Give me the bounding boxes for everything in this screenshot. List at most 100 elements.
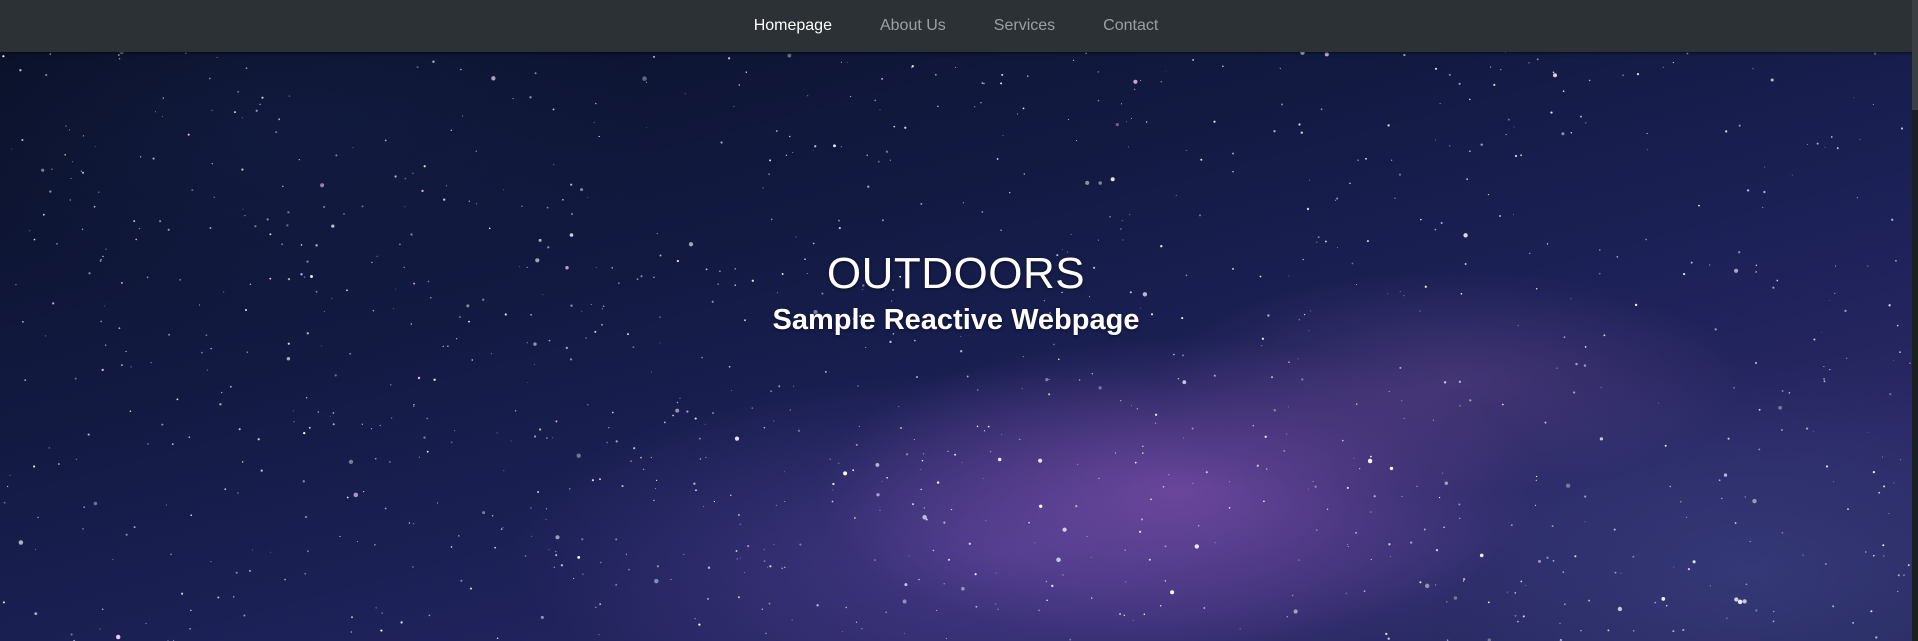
star bbox=[210, 561, 212, 563]
star bbox=[1142, 452, 1144, 454]
star bbox=[705, 456, 707, 458]
star bbox=[947, 450, 949, 453]
star bbox=[591, 479, 594, 482]
star bbox=[889, 340, 892, 344]
star bbox=[339, 535, 341, 538]
star bbox=[763, 560, 766, 563]
star bbox=[885, 611, 887, 613]
star bbox=[1401, 495, 1403, 498]
nav-link-services[interactable]: Services bbox=[970, 0, 1079, 52]
star bbox=[1636, 72, 1640, 76]
star bbox=[552, 108, 555, 111]
star bbox=[829, 458, 831, 460]
nav-item-contact: Contact bbox=[1079, 0, 1182, 52]
star bbox=[1164, 580, 1167, 582]
star bbox=[1120, 228, 1122, 230]
star bbox=[1023, 173, 1025, 175]
star bbox=[947, 558, 951, 561]
star bbox=[1825, 465, 1829, 468]
star bbox=[1559, 622, 1561, 624]
star bbox=[1316, 529, 1318, 531]
star bbox=[1513, 126, 1515, 128]
nav-link-homepage[interactable]: Homepage bbox=[730, 0, 856, 52]
star bbox=[1130, 405, 1132, 407]
scrollbar-thumb[interactable] bbox=[1912, 0, 1918, 110]
nav-item-about-us: About Us bbox=[856, 0, 970, 52]
star bbox=[1288, 361, 1290, 363]
star bbox=[1721, 497, 1723, 500]
star bbox=[1564, 603, 1566, 606]
star bbox=[81, 228, 84, 230]
star bbox=[720, 141, 723, 144]
star bbox=[1836, 147, 1839, 150]
star bbox=[1897, 574, 1900, 577]
star bbox=[546, 206, 549, 209]
star bbox=[447, 345, 449, 347]
star bbox=[874, 559, 876, 561]
page-scrollbar[interactable] bbox=[1912, 0, 1918, 641]
star bbox=[29, 230, 31, 232]
star bbox=[594, 606, 597, 609]
star bbox=[778, 385, 781, 388]
star bbox=[1446, 600, 1448, 603]
star bbox=[45, 73, 48, 77]
star bbox=[161, 423, 164, 426]
star bbox=[187, 133, 190, 136]
star bbox=[1028, 521, 1030, 524]
star bbox=[529, 96, 532, 99]
star bbox=[1085, 180, 1090, 185]
star bbox=[1878, 491, 1881, 494]
star bbox=[683, 553, 685, 555]
star bbox=[24, 379, 27, 381]
star bbox=[1263, 500, 1265, 503]
star bbox=[908, 555, 910, 557]
star bbox=[1726, 617, 1728, 619]
star bbox=[1355, 532, 1357, 534]
star bbox=[1788, 392, 1791, 394]
star bbox=[934, 73, 937, 76]
star bbox=[1114, 452, 1117, 454]
star bbox=[898, 405, 900, 408]
star bbox=[1829, 368, 1831, 371]
star bbox=[1308, 179, 1310, 181]
star bbox=[1409, 541, 1413, 544]
star bbox=[1228, 481, 1230, 483]
star bbox=[943, 521, 946, 524]
star bbox=[162, 97, 164, 99]
star bbox=[787, 53, 792, 58]
star bbox=[1039, 504, 1043, 508]
star bbox=[866, 154, 868, 157]
star bbox=[270, 551, 271, 553]
star bbox=[1385, 632, 1388, 636]
star bbox=[1872, 470, 1876, 474]
star bbox=[1892, 359, 1894, 361]
star bbox=[1177, 377, 1180, 380]
star bbox=[71, 161, 74, 163]
star bbox=[539, 428, 542, 431]
star bbox=[34, 612, 38, 616]
star bbox=[769, 565, 772, 568]
star bbox=[1312, 480, 1314, 482]
star bbox=[789, 409, 792, 411]
star bbox=[502, 189, 504, 191]
nav-link-contact[interactable]: Contact bbox=[1079, 0, 1182, 52]
star bbox=[33, 238, 36, 241]
star bbox=[1419, 581, 1422, 584]
star bbox=[553, 164, 555, 166]
star bbox=[569, 233, 574, 237]
star bbox=[190, 514, 193, 517]
star bbox=[1365, 157, 1367, 160]
star bbox=[785, 154, 788, 156]
star bbox=[1119, 399, 1122, 402]
star bbox=[1091, 597, 1093, 599]
star bbox=[293, 421, 295, 423]
star bbox=[738, 514, 740, 516]
star bbox=[1872, 103, 1874, 106]
star bbox=[694, 618, 696, 620]
star bbox=[1510, 524, 1513, 526]
nav-link-about-us[interactable]: About Us bbox=[856, 0, 970, 52]
star bbox=[298, 158, 300, 161]
star bbox=[1600, 386, 1602, 389]
star bbox=[232, 596, 235, 598]
star bbox=[698, 437, 701, 440]
